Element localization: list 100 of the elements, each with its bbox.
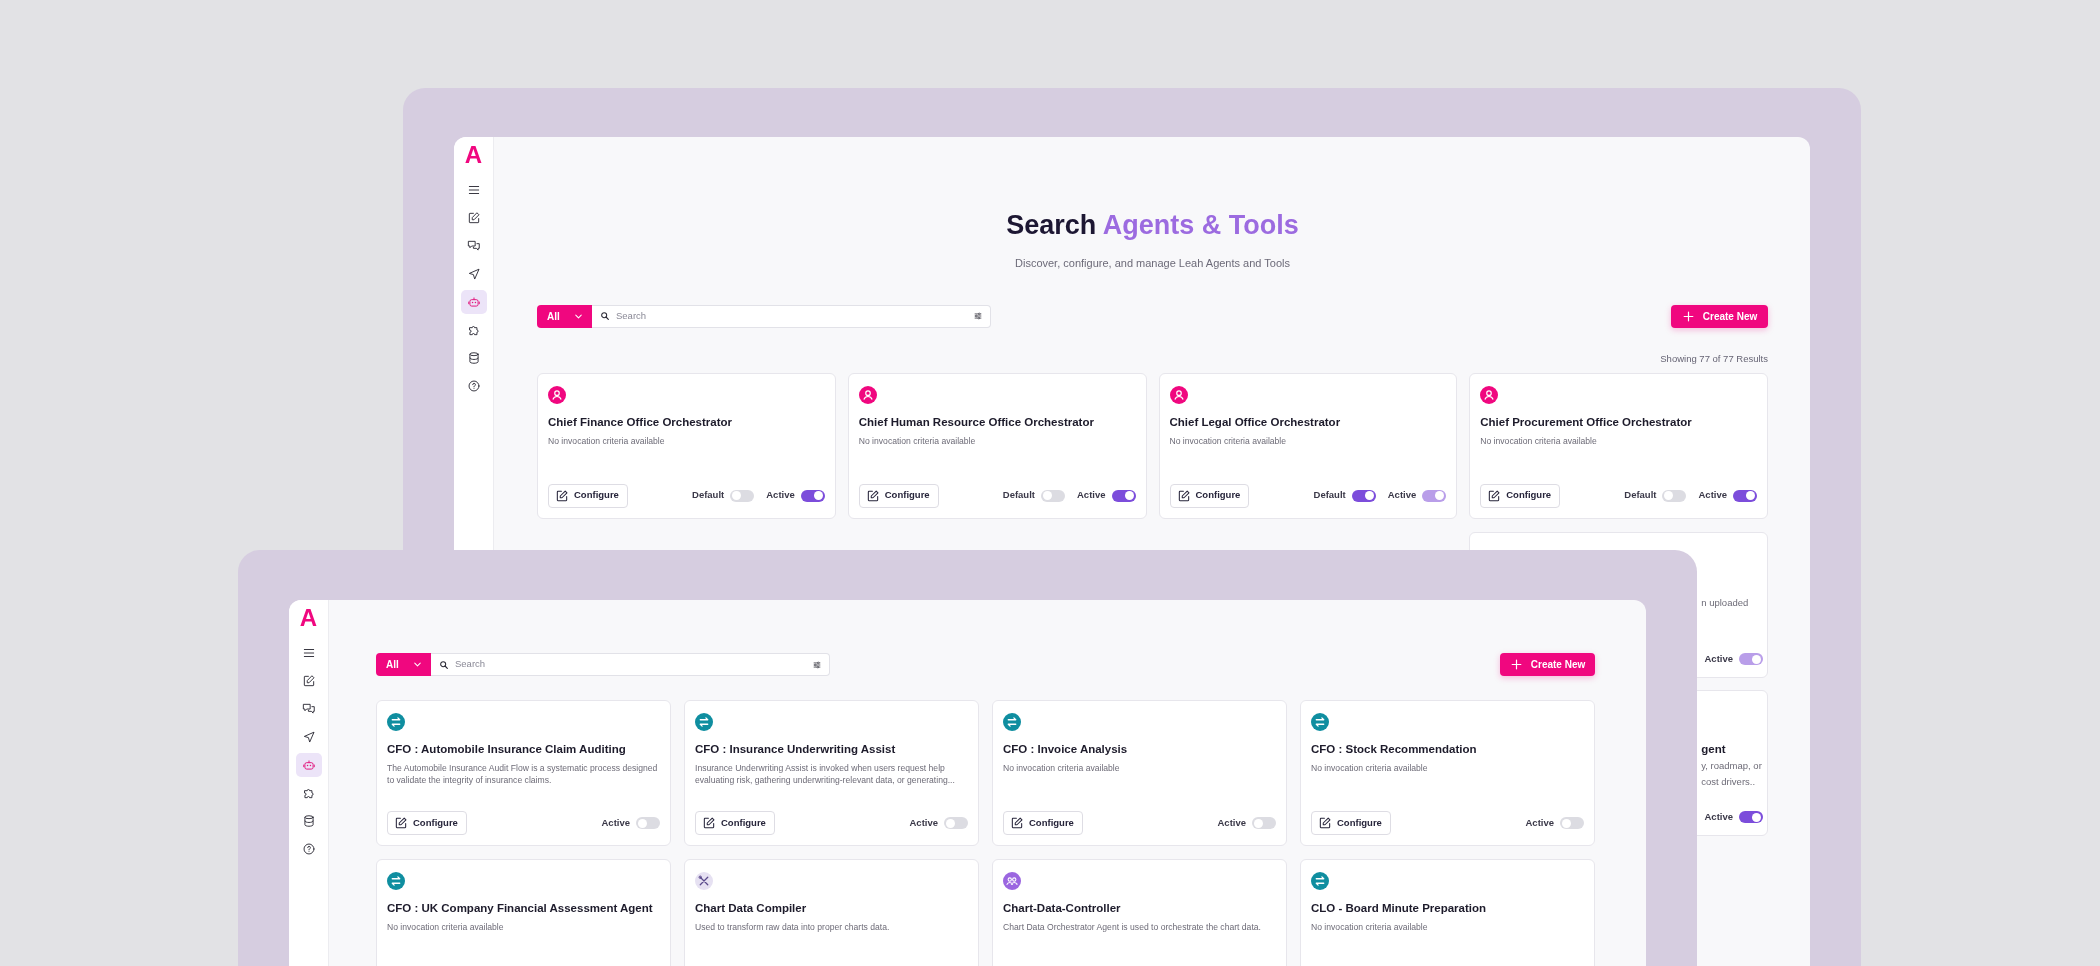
toggle-label: Active [1387, 488, 1417, 503]
puzzle-icon[interactable] [301, 786, 316, 800]
card-description: n uploaded [1701, 596, 1750, 609]
database-icon[interactable] [466, 351, 481, 365]
card-description: y, roadmap, or [1701, 759, 1763, 772]
chat-icon[interactable] [466, 239, 481, 253]
help-icon[interactable] [466, 379, 481, 393]
chevron-down-icon[interactable] [412, 659, 423, 670]
plus-icon[interactable] [1681, 309, 1695, 323]
create-new-button[interactable]: Create New [1671, 304, 1768, 328]
toggle-switch[interactable] [730, 489, 755, 502]
toggle-switch[interactable] [1111, 489, 1136, 502]
edit-icon[interactable] [555, 488, 569, 503]
arrows-icon [1003, 713, 1021, 731]
chat-icon[interactable] [301, 702, 316, 716]
edit-icon[interactable] [702, 816, 716, 830]
card-title: Chief Legal Office Orchestrator [1169, 414, 1342, 429]
plus-icon[interactable] [1509, 658, 1523, 671]
card-description: No invocation criteria available [1311, 762, 1429, 774]
filter-dropdown[interactable]: All [376, 653, 431, 676]
toggle-switch[interactable] [636, 817, 660, 829]
toggle-switch[interactable] [1252, 817, 1276, 829]
database-icon[interactable] [301, 814, 316, 828]
puzzle-icon[interactable] [466, 323, 481, 337]
person-icon [1480, 385, 1499, 404]
arrows-icon [1311, 872, 1329, 890]
logo: A [464, 142, 483, 168]
robot-icon[interactable] [466, 295, 481, 309]
robot-icon[interactable] [301, 758, 316, 772]
card-title: Chief Finance Office Orchestrator [548, 414, 734, 429]
toggle-label: Default [1313, 488, 1346, 503]
edit-icon[interactable] [1318, 816, 1332, 830]
menu-icon[interactable] [466, 183, 481, 197]
card-description: No invocation criteria available [1003, 762, 1121, 774]
toggle-switch[interactable] [944, 817, 968, 829]
person-icon [858, 385, 877, 404]
page-subtitle: Discover, configure, and manage Leah Agents and Tools [1015, 256, 1290, 271]
filter-icon[interactable] [973, 311, 983, 321]
search-field[interactable]: Search [431, 653, 830, 676]
configure-button[interactable]: Configure [1003, 811, 1083, 835]
toggle-switch[interactable] [1733, 489, 1757, 502]
help-icon[interactable] [301, 842, 316, 856]
send-icon[interactable] [466, 267, 481, 281]
card-description: No invocation criteria available [1169, 434, 1288, 447]
toggle-label: Active [601, 815, 630, 830]
arrows-icon [387, 872, 405, 890]
edit-icon[interactable] [1010, 816, 1024, 830]
card-description: No invocation criteria available [548, 434, 666, 447]
toggle-switch[interactable] [1662, 489, 1687, 502]
card-title: CLO - Board Minute Preparation [1311, 901, 1488, 915]
toggle-label: Active [909, 815, 938, 830]
configure-button[interactable]: Configure [1311, 811, 1391, 835]
card-title: CFO : Invoice Analysis [1003, 742, 1129, 756]
card-description: Chart Data Orchestrator Agent is used to orchestrate the chart data. [1003, 921, 1262, 933]
edit-icon[interactable] [865, 488, 880, 503]
card-description: cost drivers.. [1701, 775, 1757, 788]
toggle-label: Active [1217, 815, 1246, 830]
filter-dropdown[interactable]: All [537, 304, 592, 328]
configure-button[interactable]: Configure [548, 483, 628, 508]
edit-icon[interactable] [301, 674, 316, 688]
card-description: No invocation criteria available [387, 921, 505, 933]
toggle-switch[interactable] [1041, 489, 1065, 502]
card-title: CFO : Automobile Insurance Claim Auditing [387, 742, 627, 756]
configure-button[interactable]: Configure [695, 811, 775, 835]
toggle-label: Active [1704, 810, 1733, 825]
edit-icon[interactable] [1176, 488, 1191, 503]
tools-icon [695, 872, 713, 890]
card-title: CFO : Stock Recommendation [1311, 742, 1478, 756]
toggle-label: Active [766, 488, 795, 503]
edit-icon[interactable] [466, 211, 481, 225]
configure-button[interactable]: Configure [1169, 483, 1250, 508]
configure-button[interactable]: Configure [858, 483, 939, 508]
card-title: Chart-Data-Controller [1003, 901, 1122, 915]
card-title: Chief Procurement Office Orchestrator [1480, 414, 1693, 429]
edit-icon[interactable] [394, 816, 408, 830]
toggle-label: Default [1624, 488, 1657, 503]
search-field[interactable]: Search [592, 304, 991, 328]
group-icon [1003, 872, 1021, 890]
card-description: Used to transform raw data into proper charts data. [695, 921, 891, 933]
card-title: Chief Human Resource Office Orchestrator [858, 414, 1095, 429]
toggle-switch[interactable] [1560, 817, 1584, 829]
toggle-label: Default [1002, 488, 1035, 503]
send-icon[interactable] [301, 730, 316, 744]
menu-icon[interactable] [301, 646, 316, 660]
card-description: No invocation criteria available [1311, 921, 1429, 933]
search-icon [439, 659, 449, 670]
configure-button[interactable]: Configure [1480, 483, 1561, 508]
create-new-button[interactable]: Create New [1500, 653, 1595, 676]
card-description: The Automobile Insurance Audit Flow is a systematic process designed to validate the integrity of insurance claims. [387, 762, 659, 786]
toggle-switch[interactable] [800, 489, 825, 502]
filter-icon[interactable] [812, 659, 822, 670]
search-icon [600, 311, 610, 321]
toggle-label: Default [692, 488, 725, 503]
person-icon [1169, 385, 1188, 404]
toggle-label: Active [1704, 652, 1733, 667]
toggle-switch[interactable] [1739, 811, 1763, 824]
toggle-switch[interactable] [1351, 489, 1376, 502]
results-count: Showing 77 of 77 Results [1659, 352, 1768, 365]
edit-icon[interactable] [1487, 488, 1502, 503]
configure-button[interactable]: Configure [387, 811, 467, 835]
